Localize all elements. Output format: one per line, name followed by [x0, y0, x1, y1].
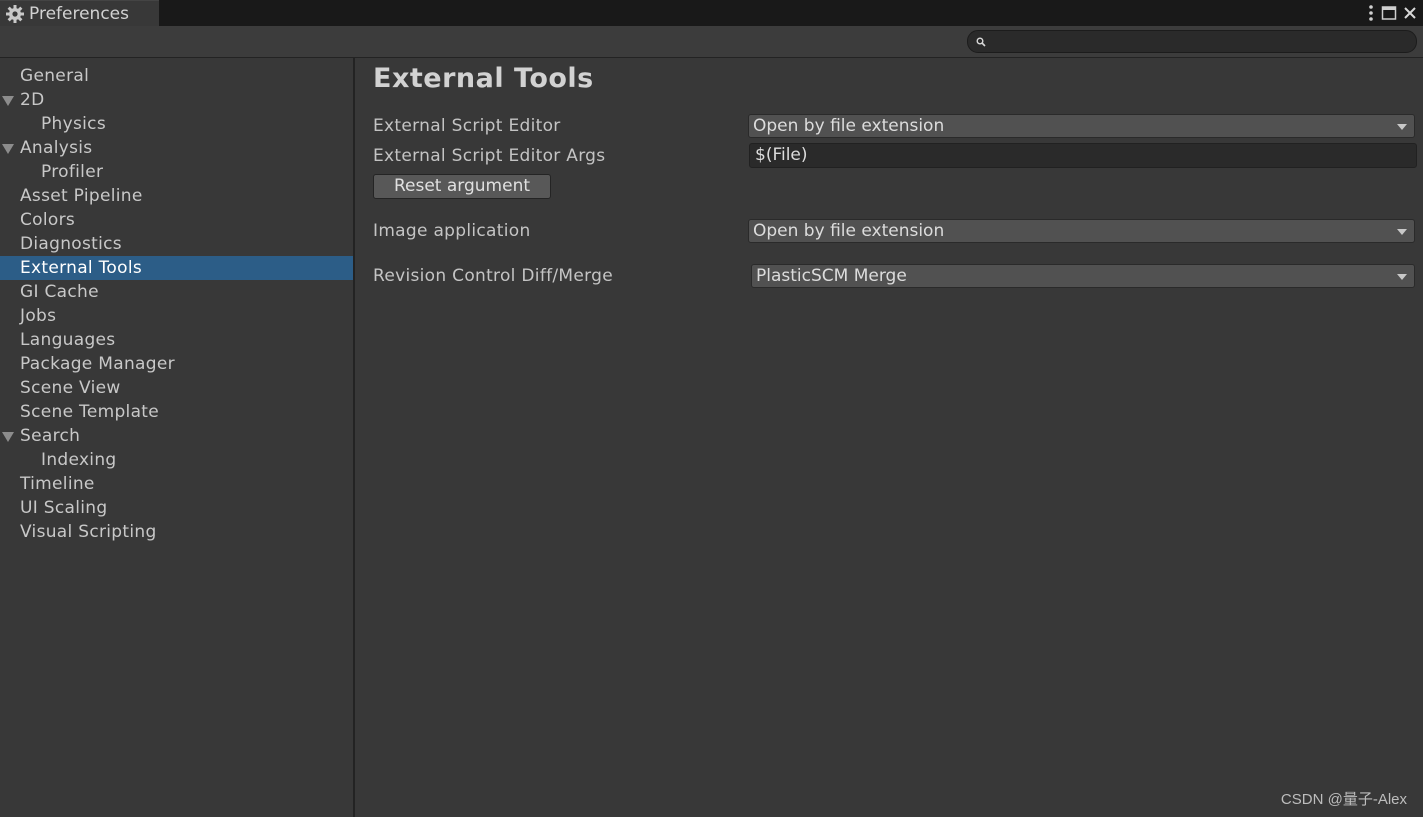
page-title: External Tools: [373, 63, 594, 94]
sidebar-item-label: Analysis: [20, 138, 93, 158]
image-application-value: Open by file extension: [753, 221, 945, 241]
preferences-tab[interactable]: Preferences: [0, 0, 159, 26]
sidebar-item-label: Scene View: [20, 378, 121, 398]
chevron-down-icon: [1397, 124, 1407, 130]
sidebar-item-label: Visual Scripting: [20, 522, 157, 542]
sidebar-item-label: Diagnostics: [20, 234, 122, 254]
sidebar-item-ui-scaling[interactable]: UI Scaling: [0, 496, 353, 520]
search-icon: [976, 32, 986, 51]
sidebar-item-label: Timeline: [20, 474, 95, 494]
sidebar-item-indexing[interactable]: Indexing: [0, 448, 353, 472]
sidebar-item-visual-scripting[interactable]: Visual Scripting: [0, 520, 353, 544]
sidebar-item-label: General: [20, 66, 90, 86]
sidebar-item-label: Profiler: [41, 162, 104, 182]
sidebar-item-label: Scene Template: [20, 402, 160, 422]
sidebar-item-label: GI Cache: [20, 282, 99, 302]
search-input[interactable]: [990, 34, 1416, 49]
foldout-arrow-icon[interactable]: [2, 96, 14, 106]
watermark: CSDN @量子-Alex: [1280, 791, 1407, 808]
preferences-window: Preferences General 2D Physics Analysis …: [0, 0, 1423, 817]
image-application-label: Image application: [373, 221, 531, 241]
sidebar-item-diagnostics[interactable]: Diagnostics: [0, 232, 353, 256]
window-controls: [1367, 2, 1417, 24]
script-editor-args-label: External Script Editor Args: [373, 146, 606, 166]
sidebar-item-package-manager[interactable]: Package Manager: [0, 352, 353, 376]
sidebar-item-label: Colors: [20, 210, 76, 230]
settings-panel: External Tools External Script Editor Op…: [357, 58, 1423, 817]
sidebar-item-scene-template[interactable]: Scene Template: [0, 400, 353, 424]
search-field[interactable]: [967, 30, 1417, 53]
gear-icon: [5, 4, 25, 24]
sidebar-item-asset-pipeline[interactable]: Asset Pipeline: [0, 184, 353, 208]
chevron-down-icon: [1397, 274, 1407, 280]
revision-control-dropdown[interactable]: PlasticSCM Merge: [751, 264, 1415, 288]
foldout-arrow-icon[interactable]: [2, 432, 14, 442]
reset-argument-button[interactable]: Reset argument: [373, 174, 551, 199]
toolbar: [0, 26, 1423, 58]
sidebar-item-jobs[interactable]: Jobs: [0, 304, 353, 328]
revision-control-label: Revision Control Diff/Merge: [373, 266, 613, 286]
sidebar-item-colors[interactable]: Colors: [0, 208, 353, 232]
window-titlebar: Preferences: [0, 0, 1423, 26]
sidebar-item-label: Indexing: [41, 450, 117, 470]
sidebar-item-general[interactable]: General: [0, 64, 353, 88]
close-icon[interactable]: [1403, 6, 1417, 20]
script-editor-args-field[interactable]: $(File): [749, 143, 1417, 168]
sidebar-item-label: Languages: [20, 330, 116, 350]
more-vertical-icon[interactable]: [1367, 4, 1375, 22]
maximize-icon[interactable]: [1381, 5, 1397, 21]
sidebar-item-label: Asset Pipeline: [20, 186, 143, 206]
sidebar-item-label: Package Manager: [20, 354, 175, 374]
sidebar-item-languages[interactable]: Languages: [0, 328, 353, 352]
sidebar-item-gi-cache[interactable]: GI Cache: [0, 280, 353, 304]
sidebar-item-label: External Tools: [20, 258, 143, 278]
sidebar-item-scene-view[interactable]: Scene View: [0, 376, 353, 400]
sidebar-item-label: Search: [20, 426, 81, 446]
sidebar-item-analysis[interactable]: Analysis: [0, 136, 353, 160]
sidebar-item-label: Jobs: [20, 306, 57, 326]
image-application-dropdown[interactable]: Open by file extension: [748, 219, 1415, 243]
script-editor-dropdown[interactable]: Open by file extension: [748, 114, 1415, 138]
sidebar-item-timeline[interactable]: Timeline: [0, 472, 353, 496]
sidebar-item-search[interactable]: Search: [0, 424, 353, 448]
script-editor-value: Open by file extension: [753, 116, 945, 136]
sidebar-item-label: UI Scaling: [20, 498, 108, 518]
preferences-sidebar: General 2D Physics Analysis Profiler Asset Pi…: [0, 58, 355, 817]
sidebar-item-label: Physics: [41, 114, 106, 134]
script-editor-label: External Script Editor: [373, 116, 561, 136]
foldout-arrow-icon[interactable]: [2, 144, 14, 154]
sidebar-item-2d[interactable]: 2D: [0, 88, 353, 112]
tab-title: Preferences: [29, 3, 129, 24]
chevron-down-icon: [1397, 229, 1407, 235]
sidebar-item-label: 2D: [20, 90, 45, 110]
sidebar-item-external-tools[interactable]: External Tools: [0, 256, 353, 280]
revision-control-value: PlasticSCM Merge: [756, 266, 907, 286]
sidebar-item-physics[interactable]: Physics: [0, 112, 353, 136]
sidebar-item-profiler[interactable]: Profiler: [0, 160, 353, 184]
